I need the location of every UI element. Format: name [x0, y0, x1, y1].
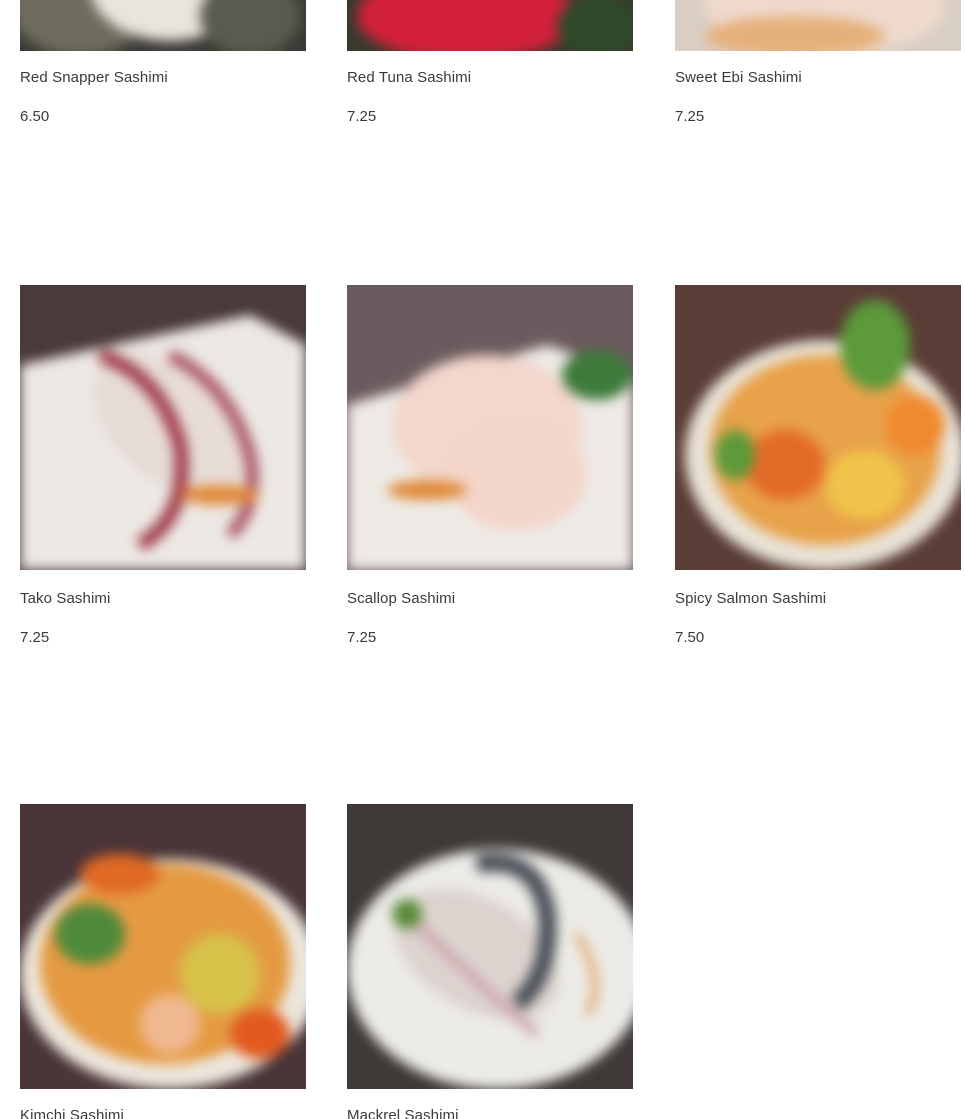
menu-item-red-snapper[interactable]: Red Snapper Sashimi 6.50: [20, 0, 306, 146]
red-snapper-photo[interactable]: [20, 0, 306, 51]
kimchi-photo[interactable]: [20, 804, 306, 1089]
item-name: Mackrel Sashimi: [347, 1107, 459, 1119]
item-name: Kimchi Sashimi: [20, 1107, 124, 1119]
item-name: Red Tuna Sashimi: [347, 69, 472, 86]
red-tuna-photo[interactable]: [347, 0, 633, 51]
item-price: 7.25: [675, 108, 705, 125]
menu-item-spicy-salmon[interactable]: Spicy Salmon Sashimi 7.50: [675, 285, 961, 665]
menu-item-red-tuna[interactable]: Red Tuna Sashimi 7.25: [347, 0, 633, 146]
mackrel-photo[interactable]: [347, 804, 633, 1089]
menu-item-scallop[interactable]: Scallop Sashimi 7.25: [347, 285, 633, 665]
scallop-photo[interactable]: [347, 285, 633, 570]
item-name: Sweet Ebi Sashimi: [675, 69, 802, 86]
spicy-salmon-photo[interactable]: [675, 285, 961, 570]
menu-item-sweet-ebi[interactable]: Sweet Ebi Sashimi 7.25: [675, 0, 961, 146]
item-name: Tako Sashimi: [20, 590, 111, 607]
sweet-ebi-photo[interactable]: [675, 0, 961, 51]
menu-item-kimchi[interactable]: Kimchi Sashimi: [20, 804, 306, 1119]
item-price: 6.50: [20, 108, 50, 125]
item-name: Scallop Sashimi: [347, 590, 456, 607]
menu-grid: Red Snapper Sashimi 6.50 Red Tuna Sashim…: [0, 0, 965, 1119]
item-price: 7.50: [675, 629, 705, 646]
menu-item-mackrel[interactable]: Mackrel Sashimi: [347, 804, 633, 1119]
item-price: 7.25: [347, 108, 377, 125]
item-name: Spicy Salmon Sashimi: [675, 590, 827, 607]
tako-photo[interactable]: [20, 285, 306, 570]
menu-item-tako[interactable]: Tako Sashimi 7.25: [20, 285, 306, 665]
item-price: 7.25: [347, 629, 377, 646]
item-price: 7.25: [20, 629, 50, 646]
item-name: Red Snapper Sashimi: [20, 69, 168, 86]
